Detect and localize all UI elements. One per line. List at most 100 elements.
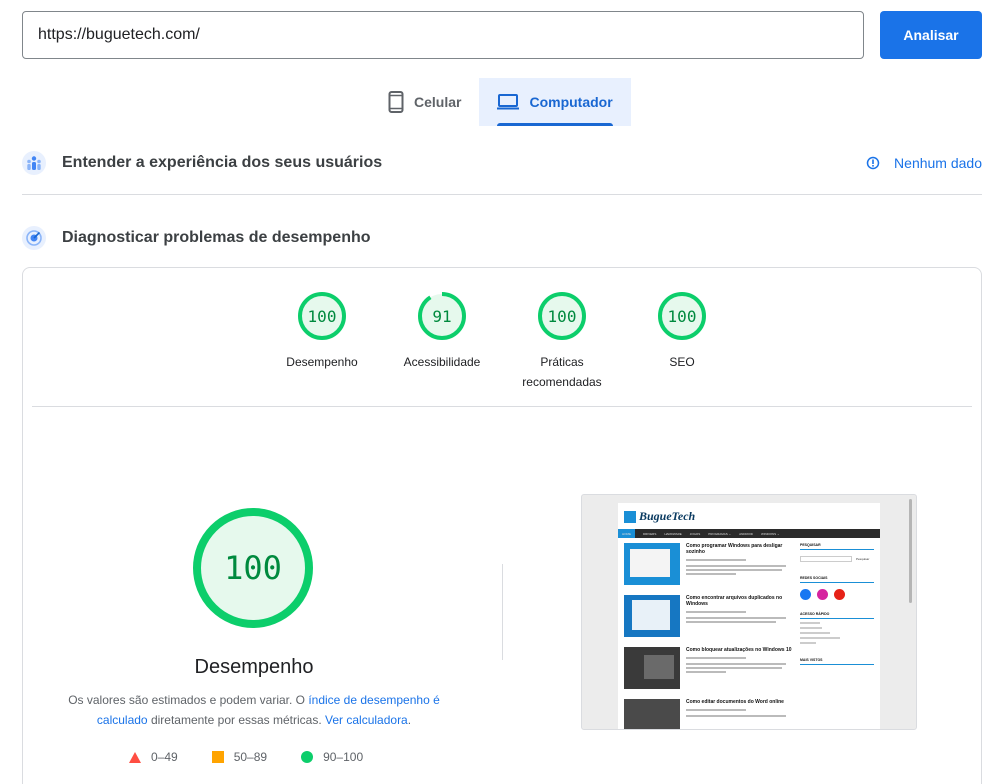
- social-icons: [800, 589, 874, 600]
- score-label: SEO: [669, 355, 695, 369]
- field-data-title: Entender a experiência dos seus usuários: [62, 154, 383, 171]
- screenshot-page: BugueTech HOME DRIVERS HARDWARE JOGOS PR…: [618, 503, 880, 729]
- vertical-divider: [502, 564, 503, 660]
- legend-average: 50–89: [211, 750, 268, 764]
- sidebar-link: [800, 642, 816, 644]
- site-nav-item: HARDWARE: [664, 531, 682, 536]
- post-excerpt: [686, 663, 786, 665]
- facebook-icon: [800, 589, 811, 600]
- calculator-link[interactable]: Ver calculadora: [325, 713, 408, 727]
- smartphone-icon: [388, 91, 404, 113]
- post-meta: [686, 611, 746, 613]
- sidebar-link: [800, 627, 822, 629]
- gauge-ring: 91: [418, 292, 466, 340]
- device-tabs: Celular Computador: [370, 78, 631, 126]
- score-gauge-best-practices[interactable]: 100 Práticas recomendadas: [502, 292, 622, 392]
- site-post: Como bloquear atualizações no Windows 10: [624, 647, 794, 693]
- score-value: 91: [432, 306, 452, 326]
- post-thumbnail: [624, 699, 680, 729]
- site-logo-text: BugueTech: [639, 509, 696, 523]
- site-nav-item: WINDOWS ⌄: [760, 531, 780, 536]
- report-card: 100 Desempenho 91 Acessibilidade 100 Prá…: [22, 267, 982, 784]
- info-icon: [866, 156, 880, 170]
- post-thumbnail: [624, 543, 680, 585]
- performance-note: Os valores são estimados e podem variar.…: [63, 690, 445, 730]
- score-gauge-performance[interactable]: 100 Desempenho: [262, 292, 382, 372]
- score-value: 100: [307, 306, 337, 326]
- site-logo: BugueTech: [624, 509, 695, 524]
- post-excerpt: [686, 715, 786, 717]
- post-thumbnail: [624, 647, 680, 689]
- field-data-header: Entender a experiência dos seus usuários…: [22, 151, 982, 175]
- youtube-icon: [834, 589, 845, 600]
- site-nav-item: ANDROID: [739, 531, 753, 536]
- legend-pass: 90–100: [301, 750, 363, 764]
- post-excerpt: [686, 671, 726, 673]
- site-post: Como encontrar arquivos duplicados no Wi…: [624, 595, 794, 641]
- sidebar-link: [800, 637, 840, 639]
- note-text: Os valores são estimados e podem variar.…: [68, 693, 309, 707]
- tab-mobile[interactable]: Celular: [370, 78, 479, 126]
- post-meta: [686, 709, 746, 711]
- sidebar-title: ACESSO RÁPIDO: [800, 612, 874, 619]
- post-title: Como editar documentos do Word online: [686, 699, 784, 705]
- url-input[interactable]: [22, 11, 864, 59]
- site-search-input: [800, 556, 852, 562]
- note-text: diretamente por essas métricas.: [147, 713, 326, 727]
- score-label: Práticas recomendadas: [522, 355, 602, 389]
- tab-mobile-label: Celular: [414, 94, 462, 110]
- legend-label: 90–100: [323, 750, 364, 764]
- tab-desktop-label: Computador: [529, 94, 613, 110]
- page-screenshot: BugueTech HOME DRIVERS HARDWARE JOGOS PR…: [581, 494, 917, 730]
- post-meta: [686, 559, 746, 561]
- lab-data-header: Diagnosticar problemas de desempenho: [22, 226, 982, 250]
- site-search-button: Pesquisar: [856, 557, 870, 561]
- users-icon: [22, 151, 46, 175]
- post-excerpt: [686, 621, 776, 623]
- sidebar-title: MAIS VISTOS: [800, 658, 874, 665]
- instagram-icon: [817, 589, 828, 600]
- site-sidebar: PESQUISAR Pesquisar REDES SOCIAIS ACESSO…: [800, 543, 874, 668]
- legend-fail: 0–49: [129, 750, 178, 764]
- laptop-icon: [497, 94, 520, 110]
- post-excerpt: [686, 565, 786, 567]
- site-nav-item: PROGRAMAS ⌄: [708, 531, 732, 536]
- card-divider: [32, 406, 972, 407]
- post-excerpt: [686, 667, 782, 669]
- section-divider: [22, 194, 982, 195]
- score-legend: 0–49 50–89 90–100: [129, 750, 397, 764]
- site-search: Pesquisar: [800, 556, 874, 562]
- post-title: Como encontrar arquivos duplicados no Wi…: [686, 595, 783, 607]
- site-post: Como programar Windows para desligar soz…: [624, 543, 794, 589]
- score-value: 100: [667, 306, 697, 326]
- triangle-icon: [129, 751, 141, 763]
- logo-mark: [624, 510, 636, 523]
- sidebar-link: [800, 622, 820, 624]
- screenshot-scrollbar: [909, 499, 912, 603]
- post-title: Como programar Windows para desligar soz…: [686, 543, 783, 555]
- performance-title: Desempenho: [194, 656, 314, 678]
- square-icon: [211, 751, 224, 763]
- legend-label: 50–89: [233, 750, 268, 764]
- score-label: Acessibilidade: [403, 355, 481, 369]
- score-gauge-accessibility[interactable]: 91 Acessibilidade: [382, 292, 502, 372]
- no-data-link[interactable]: Nenhum dado: [866, 155, 982, 171]
- sidebar-link: [800, 632, 830, 634]
- score-label: Desempenho: [286, 355, 358, 369]
- tab-desktop[interactable]: Computador: [479, 78, 631, 126]
- gauge-ring: 100: [298, 292, 346, 340]
- site-nav-item: HOME: [618, 529, 635, 538]
- performance-gauge: 100: [193, 508, 313, 628]
- no-data-label: Nenhum dado: [894, 155, 982, 171]
- gauge-ring: 100: [538, 292, 586, 340]
- note-text: .: [407, 713, 412, 727]
- post-excerpt: [686, 569, 782, 571]
- sidebar-title: REDES SOCIAIS: [800, 576, 874, 583]
- site-nav: HOME DRIVERS HARDWARE JOGOS PROGRAMAS ⌄ …: [618, 529, 880, 538]
- gauge-ring: 100: [658, 292, 706, 340]
- site-nav-item: DRIVERS: [643, 531, 657, 536]
- post-excerpt: [686, 617, 786, 619]
- score-gauge-seo[interactable]: 100 SEO: [622, 292, 742, 372]
- analyze-button[interactable]: Analisar: [880, 11, 982, 59]
- performance-score: 100: [224, 549, 282, 587]
